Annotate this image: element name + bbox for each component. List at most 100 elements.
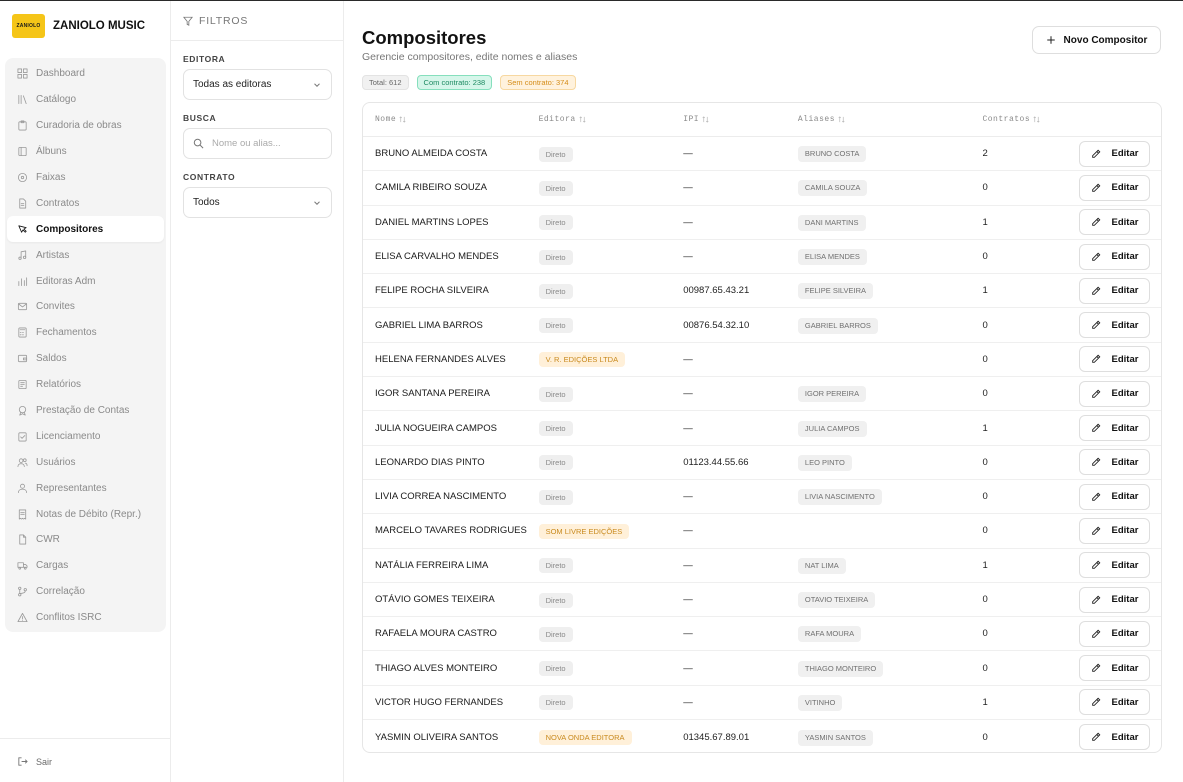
logout-label: Sair [36,756,53,767]
edit-button[interactable]: Editar [1079,552,1150,579]
alias-chip: JULIA CAMPOS [797,420,867,437]
column-header-ipi[interactable]: IPI [683,115,798,124]
edit-button[interactable]: Editar [1079,586,1150,613]
sidebar-item-label: Licenciamento [36,430,101,442]
ipi-cell: 00987.65.43.21 [683,285,750,297]
publisher-badge: Direto [538,146,573,162]
sidebar-item-label: Fechamentos [36,327,97,339]
edit-button[interactable]: Editar [1079,277,1150,304]
sidebar-item-convites[interactable]: Convites [7,294,164,320]
sidebar-item-relatorios[interactable]: Relatórios [7,372,164,398]
contracts-count-cell: 0 [982,491,988,503]
edit-button[interactable]: Editar [1079,517,1150,544]
edit-button-label: Editar [1111,251,1139,263]
sidebar-item-contratos[interactable]: Contratos [7,190,164,216]
contrato-select[interactable]: Todos [183,187,332,218]
edit-button[interactable]: Editar [1079,346,1150,373]
column-header-label: Contratos [982,115,1031,124]
publisher-cell: Direto [538,557,684,574]
ipi-cell: 01123.44.55.66 [683,456,749,468]
edit-button[interactable]: Editar [1079,689,1150,716]
filters-header: FILTROS [171,1,343,41]
edit-button[interactable]: Editar [1079,243,1150,270]
disc-icon [17,172,28,183]
search-input[interactable] [212,138,322,149]
user-tie-icon [17,483,28,493]
sidebar-item-cargas[interactable]: Cargas [7,553,164,579]
sidebar-item-editoras-adm[interactable]: Editoras Adm [7,268,164,294]
edit-button[interactable]: Editar [1079,724,1150,751]
sidebar-item-compositores[interactable]: Compositores [7,216,164,243]
search-field[interactable] [183,128,332,159]
edit-button[interactable]: Editar [1079,415,1150,442]
ipi-cell: — [683,594,693,605]
ipi-cell: — [683,216,693,228]
sidebar-item-catalogo[interactable]: Catálogo [7,87,164,113]
sidebar-item-correlacao[interactable]: Correlação [7,579,164,605]
publisher-cell: Direto [538,146,684,162]
alias-chip: GABRIEL BARROS [797,317,878,334]
edit-button[interactable]: Editar [1079,312,1150,339]
editora-select[interactable]: Todas as editoras [183,69,332,100]
table-row: HELENA FERNANDES ALVES V. R. EDIÇÕES LTDA… [363,343,1161,378]
edit-button-label: Editar [1111,388,1139,400]
composer-name-cell: LEONARDO DIAS PINTO [375,456,485,468]
pencil-icon [1091,732,1100,741]
new-composer-label: Novo Compositor [1063,34,1148,46]
sidebar-item-label: Editoras Adm [36,275,96,287]
sidebar-item-label: Prestação de Contas [36,405,130,417]
edit-button-label: Editar [1111,559,1139,571]
composer-name-cell: GABRIEL LIMA BARROS [375,319,483,331]
sidebar-item-saldos[interactable]: Saldos [7,346,164,372]
sidebar-item-artistas[interactable]: Artistas [7,242,164,268]
sidebar-item-label: Artistas [36,249,70,261]
edit-button[interactable]: Editar [1079,380,1150,407]
sidebar-item-licenciamento[interactable]: Licenciamento [7,423,164,449]
sidebar-item-fechamentos[interactable]: Fechamentos [7,320,164,346]
sidebar-item-albuns[interactable]: Álbuns [7,139,164,165]
publisher-badge: NOVA ONDA EDITORA [538,730,632,746]
edit-button[interactable]: Editar [1079,449,1150,476]
new-composer-button[interactable]: Novo Compositor [1032,26,1161,54]
sidebar-item-dashboard[interactable]: Dashboard [7,61,164,87]
publisher-badge: Direto [538,215,573,231]
column-header-contratos[interactable]: Contratos [982,115,1066,124]
sidebar-item-notas-de-debito-repr[interactable]: Notas de Débito (Repr.) [7,501,164,527]
publisher-badge: Direto [538,455,573,471]
pencil-icon [1091,492,1100,501]
ipi-cell: — [683,662,693,674]
edit-button[interactable]: Editar [1079,620,1150,647]
edit-button[interactable]: Editar [1079,655,1150,682]
sidebar-item-cwr[interactable]: CWR [7,527,164,553]
table-row: VICTOR HUGO FERNANDES Direto — VITINHO 1 Edit… [363,686,1161,721]
sidebar-item-representantes[interactable]: Representantes [7,475,164,501]
brand[interactable]: ZANIOLO ZANIOLO MUSIC [12,13,145,39]
alias-chip: NAT LIMA [797,557,846,574]
clipboard-icon [18,120,27,131]
stat-with-contract-badge: Com contrato: 238 [416,75,493,90]
column-header-editora[interactable]: Editora [539,115,684,124]
publisher-badge: Direto [538,180,573,196]
edit-button-label: Editar [1111,525,1139,537]
mail-icon [17,303,28,311]
edit-button[interactable]: Editar [1079,209,1150,236]
sidebar-item-usuarios[interactable]: Usuários [7,449,164,475]
pencil-icon [1091,663,1100,672]
column-header-label: Aliases [797,115,836,124]
column-header-aliases[interactable]: Aliases [798,115,983,124]
sidebar-item-faixas[interactable]: Faixas [7,165,164,191]
sidebar-item-prestacao-de-contas[interactable]: Prestação de Contas [7,398,164,424]
contracts-count-cell: 0 [982,594,988,605]
filters-title: FILTROS [199,14,249,27]
sidebar-item-conflitos-isrc[interactable]: Conflitos ISRC [7,605,164,631]
edit-button[interactable]: Editar [1079,140,1150,167]
edit-button[interactable]: Editar [1079,483,1150,510]
sidebar-item-curadoria-de-obras[interactable]: Curadoria de obras [7,113,164,139]
actions-cell: Editar [1066,552,1161,579]
sidebar-item-label: Saldos [36,353,67,365]
column-header-nome[interactable]: Nome [363,115,539,124]
contracts-count-cell: 1 [982,696,988,708]
logout-button[interactable]: Sair [17,756,52,767]
edit-button[interactable]: Editar [1079,174,1150,201]
aliases-cell: FELIPE SILVEIRA [797,282,983,300]
